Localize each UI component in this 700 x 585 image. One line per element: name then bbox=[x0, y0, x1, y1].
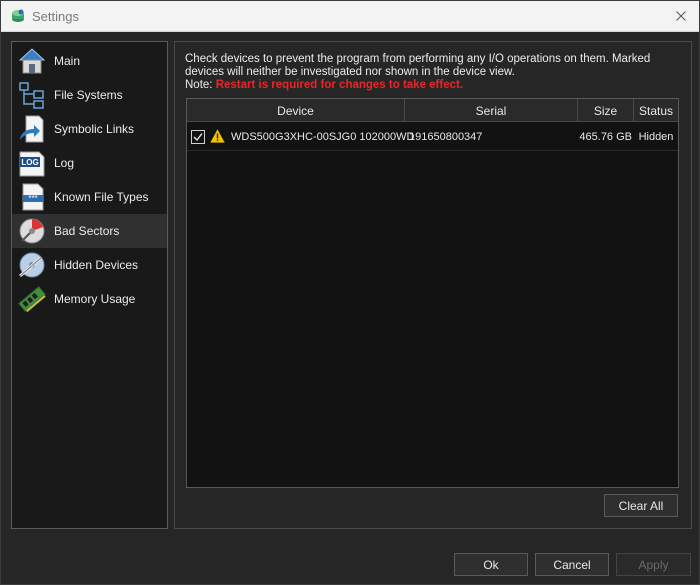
clear-all-button[interactable]: Clear All bbox=[604, 494, 678, 517]
house-icon bbox=[18, 48, 46, 74]
sidebar-item-hidden-devices[interactable]: Hidden Devices bbox=[12, 248, 167, 282]
file-tree-icon bbox=[19, 82, 44, 109]
close-icon bbox=[676, 11, 686, 21]
hidden-devices-panel: Check devices to prevent the program fro… bbox=[174, 41, 692, 529]
sidebar-item-file-systems[interactable]: File Systems bbox=[12, 78, 167, 112]
svg-text:***: *** bbox=[28, 194, 37, 203]
memory-chip-icon bbox=[18, 286, 46, 313]
column-header-serial[interactable]: Serial bbox=[405, 99, 578, 122]
svg-text:LOG: LOG bbox=[21, 158, 38, 167]
sidebar-item-memory-usage[interactable]: Memory Usage bbox=[12, 282, 167, 316]
cancel-button[interactable]: Cancel bbox=[535, 553, 609, 576]
serial-cell: 191650800347 bbox=[409, 131, 483, 143]
sidebar-item-symbolic-links[interactable]: Symbolic Links bbox=[12, 112, 167, 146]
device-list-header: Device Serial Size Status bbox=[187, 99, 678, 122]
size-cell: 465.76 GB bbox=[579, 131, 632, 143]
device-name-cell: WDS500G3XHC-00SJG0 102000WD bbox=[231, 131, 415, 143]
note-label: Note: bbox=[185, 79, 213, 91]
column-header-device[interactable]: Device bbox=[187, 99, 405, 122]
device-list[interactable]: Device Serial Size Status WDS500G3XHC-00… bbox=[186, 98, 679, 488]
restart-warning: Restart is required for changes to take … bbox=[215, 79, 464, 91]
device-hide-checkbox[interactable] bbox=[191, 130, 205, 144]
window-title: Settings bbox=[32, 9, 79, 24]
log-icon: LOG bbox=[19, 151, 45, 177]
sidebar-item-known-file-types[interactable]: *** Known File Types bbox=[12, 180, 167, 214]
table-row[interactable]: WDS500G3XHC-00SJG0 102000WD 191650800347… bbox=[187, 123, 678, 151]
panel-description: Check devices to prevent the program fro… bbox=[185, 53, 651, 91]
status-cell: Hidden bbox=[638, 131, 674, 143]
close-button[interactable] bbox=[669, 5, 693, 27]
hidden-disk-icon bbox=[19, 252, 45, 278]
settings-sidebar: Main File Systems Symbolic Links LOG Log… bbox=[11, 41, 168, 529]
warning-icon bbox=[210, 129, 225, 143]
ok-button[interactable]: Ok bbox=[454, 553, 528, 576]
disk-bad-sector-icon bbox=[19, 218, 45, 244]
title-bar: Settings bbox=[1, 1, 699, 32]
sidebar-item-bad-sectors[interactable]: Bad Sectors bbox=[12, 214, 167, 248]
checkmark-icon bbox=[193, 133, 203, 142]
sidebar-item-log[interactable]: LOG Log bbox=[12, 146, 167, 180]
apply-button[interactable]: Apply bbox=[616, 553, 691, 576]
column-header-size[interactable]: Size bbox=[578, 99, 634, 122]
file-types-icon: *** bbox=[22, 183, 44, 211]
symlink-icon bbox=[20, 115, 44, 143]
column-header-status[interactable]: Status bbox=[634, 99, 678, 122]
sidebar-item-main[interactable]: Main bbox=[12, 44, 167, 78]
settings-window: Settings Main File Systems Symbolic Link… bbox=[0, 0, 700, 585]
app-icon bbox=[12, 9, 24, 22]
